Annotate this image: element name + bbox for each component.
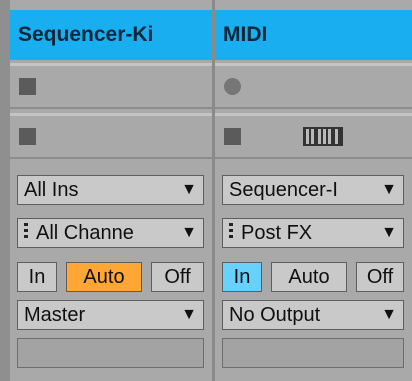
- monitor-off-button[interactable]: Off: [151, 262, 204, 292]
- clip-slot[interactable]: [10, 113, 212, 159]
- chevron-down-icon: ▼: [179, 301, 197, 329]
- input-channel-dropdown[interactable]: All Channe ▼: [17, 218, 204, 248]
- track-column-sequencer: Sequencer-Ki All Ins ▼ All Channe ▼ In A…: [10, 0, 212, 381]
- input-type-value: All Ins: [24, 179, 79, 201]
- output-value: No Output: [229, 304, 321, 326]
- chevron-down-icon: ▼: [179, 176, 197, 204]
- input-type-value: Sequencer-I: [229, 179, 338, 201]
- track-title[interactable]: MIDI: [215, 10, 412, 60]
- output-channel-field[interactable]: [222, 338, 404, 368]
- clip-stop-square-icon[interactable]: [19, 78, 36, 95]
- input-type-dropdown[interactable]: Sequencer-I ▼: [222, 175, 404, 205]
- clip-slot[interactable]: [215, 113, 412, 159]
- monitor-off-button[interactable]: Off: [356, 262, 404, 292]
- output-channel-field[interactable]: [17, 338, 204, 368]
- monitor-in-button[interactable]: In: [17, 262, 57, 292]
- io-section: Sequencer-I ▼ Post FX ▼ In Auto Off No O…: [215, 166, 412, 381]
- output-dropdown[interactable]: No Output ▼: [222, 300, 404, 330]
- input-type-dropdown[interactable]: All Ins ▼: [17, 175, 204, 205]
- clip-record-circle-icon[interactable]: [224, 78, 241, 95]
- chevron-down-icon: ▼: [179, 219, 197, 247]
- output-value: Master: [24, 304, 86, 326]
- clip-slot[interactable]: [10, 63, 212, 109]
- track-column-midi: MIDI Sequencer-I ▼ Post FX ▼ In Auto Off…: [215, 0, 412, 381]
- monitor-auto-button[interactable]: Auto: [66, 262, 142, 292]
- piano-keys-icon: [303, 127, 343, 146]
- monitor-auto-button[interactable]: Auto: [271, 262, 347, 292]
- grip-icon: [24, 223, 28, 241]
- output-dropdown[interactable]: Master ▼: [17, 300, 204, 330]
- track-title[interactable]: Sequencer-Ki: [10, 10, 212, 60]
- clip-stop-square-icon[interactable]: [224, 128, 241, 145]
- io-section: All Ins ▼ All Channe ▼ In Auto Off Maste…: [10, 166, 212, 381]
- chevron-down-icon: ▼: [379, 219, 397, 247]
- input-channel-dropdown[interactable]: Post FX ▼: [222, 218, 404, 248]
- clip-stop-square-icon[interactable]: [19, 128, 36, 145]
- chevron-down-icon: ▼: [379, 301, 397, 329]
- monitor-in-button[interactable]: In: [222, 262, 262, 292]
- input-channel-value: Post FX: [241, 222, 313, 244]
- input-channel-value: All Channe: [36, 222, 134, 244]
- clip-slot[interactable]: [215, 63, 412, 109]
- chevron-down-icon: ▼: [379, 176, 397, 204]
- grip-icon: [229, 223, 233, 241]
